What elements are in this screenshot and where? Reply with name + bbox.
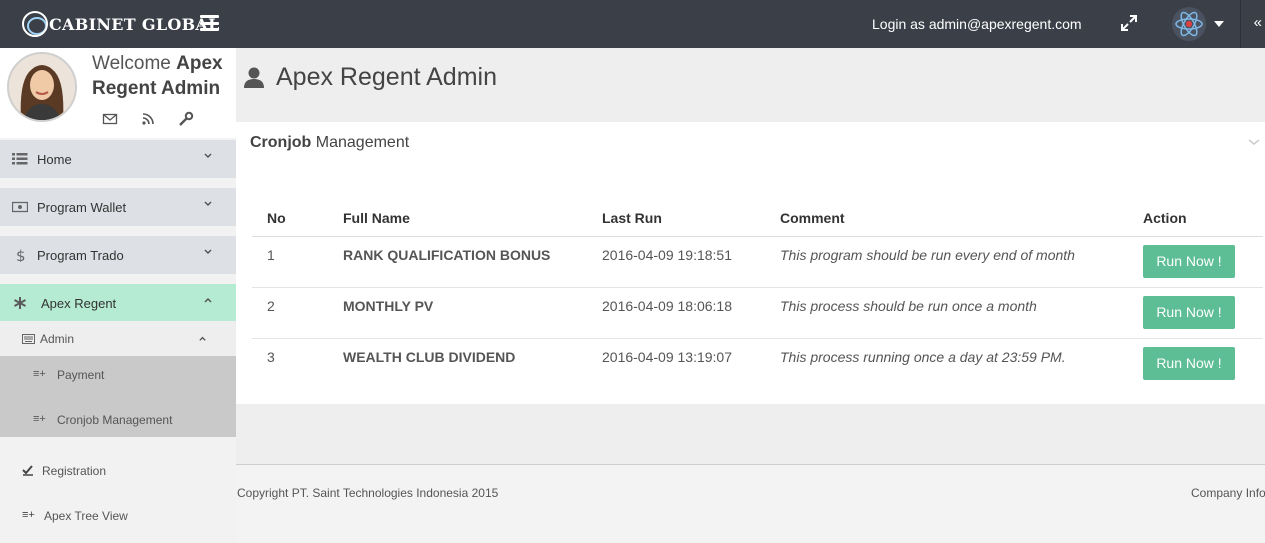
sidebar-item-cronjob-management[interactable]: ≡+ Cronjob Management	[0, 401, 236, 441]
user-avatar-atom-icon[interactable]	[1172, 7, 1206, 41]
sidebar-item-program-wallet[interactable]: Program Wallet	[0, 188, 236, 226]
expand-icon[interactable]	[1120, 14, 1138, 32]
chevron-down-icon	[204, 249, 212, 255]
row-action: Run Now !	[1128, 338, 1263, 389]
row-action: Run Now !	[1128, 236, 1263, 288]
chevron-up-icon	[199, 336, 206, 341]
sidebar-item-label: Program Trado	[37, 248, 124, 263]
profile-panel: Welcome Apex Regent Admin	[0, 48, 236, 138]
welcome-text: Welcome Apex Regent Admin	[92, 51, 232, 101]
hamburger-menu-icon[interactable]	[200, 15, 219, 31]
keyboard-icon	[22, 334, 35, 344]
list-add-icon: ≡+	[33, 413, 46, 425]
list-icon	[12, 153, 28, 165]
logo[interactable]: CABINET GLOBAL	[22, 9, 220, 39]
svg-text:$: $	[16, 248, 26, 262]
profile-icons	[102, 111, 194, 127]
row-comment: This process should be run once a month	[765, 287, 1128, 339]
column-header: Last Run	[587, 200, 765, 237]
sidebar-item-registration[interactable]: Registration	[0, 453, 236, 493]
list-add-icon: ≡+	[22, 509, 35, 521]
copyright-text: Copyright PT. Saint Technologies Indones…	[237, 486, 499, 500]
chevron-up-icon	[204, 297, 212, 303]
sidebar: Welcome Apex Regent Admin Home Program W…	[0, 48, 236, 543]
top-navbar: CABINET GLOBAL Login as admin@apexregent…	[0, 0, 1265, 48]
sidebar-item-program-trado[interactable]: $ Program Trado	[0, 236, 236, 274]
asterisk-icon	[14, 297, 26, 309]
row-full-name: WEALTH CLUB DIVIDEND	[343, 348, 516, 365]
check-icon	[22, 465, 33, 476]
sidebar-item-label: Admin	[40, 332, 75, 346]
row-full-name: RANK QUALIFICATION BONUS	[328, 236, 587, 288]
row-action: Run Now !	[1128, 287, 1263, 339]
sidebar-item-apex-tree-view[interactable]: ≡+ Apex Tree View	[0, 498, 236, 538]
column-header: Full Name	[328, 200, 587, 237]
row-last-run: 2016-04-09 18:06:18	[587, 287, 765, 339]
footer: Copyright PT. Saint Technologies Indones…	[236, 464, 1265, 543]
sidebar-item-home[interactable]: Home	[0, 140, 236, 178]
company-info-link[interactable]: Company Info	[1191, 486, 1265, 500]
money-icon	[12, 201, 28, 213]
sidebar-item-apex-regent[interactable]: Apex Regent	[0, 284, 236, 322]
table-row: 2 MONTHLY PV 2016-04-09 18:06:18 This pr…	[252, 287, 1263, 339]
sidebar-item-label: Program Wallet	[37, 200, 127, 215]
welcome-label: Welcome	[92, 53, 171, 74]
chevron-down-icon	[204, 201, 212, 207]
sidebar-item-label: Home	[37, 152, 72, 167]
admin-submenu: ≡+ Payment ≡+ Cronjob Management	[0, 356, 236, 437]
sidebar-item-label: Cronjob Management	[57, 413, 173, 427]
row-last-run: 2016-04-09 13:19:07	[602, 348, 732, 365]
dollar-icon: $	[16, 248, 26, 262]
column-header: No	[252, 200, 328, 237]
page-title: Apex Regent Admin	[243, 60, 497, 94]
wrench-icon[interactable]	[178, 111, 194, 127]
page-title-text: Apex Regent Admin	[276, 62, 497, 91]
cronjob-table: No Full Name Last Run Comment Action 1 R…	[252, 200, 1263, 389]
table-row: 3 WEALTH CLUB DIVIDEND 2016-04-09 13:19:…	[252, 338, 1263, 389]
sidebar-item-payment[interactable]: ≡+ Payment	[0, 356, 236, 396]
sidebar-item-admin[interactable]: Admin	[0, 321, 236, 356]
user-icon	[244, 67, 264, 88]
panel-title-bold: Cronjob	[250, 134, 312, 151]
cronjob-panel: Cronjob Management No Full Name Last Run…	[236, 122, 1265, 404]
list-add-icon: ≡+	[33, 368, 46, 380]
row-number: 1	[252, 236, 328, 288]
sidebar-item-label: Apex Regent	[41, 296, 117, 311]
run-now-button[interactable]: Run Now !	[1143, 244, 1235, 278]
chevron-down-icon	[204, 153, 212, 159]
panel-title: Cronjob Management	[250, 134, 409, 152]
table-row: 1 RANK QUALIFICATION BONUS 2016-04-09 19…	[252, 236, 1263, 288]
user-dropdown-caret-icon[interactable]	[1214, 21, 1224, 27]
sidebar-item-label: Apex Tree View	[44, 509, 128, 523]
envelope-icon[interactable]	[102, 111, 118, 127]
row-number: 2	[252, 287, 328, 339]
chevron-down-icon[interactable]	[1248, 137, 1260, 147]
run-now-button[interactable]: Run Now !	[1143, 295, 1235, 329]
row-full-name: MONTHLY PV	[328, 287, 587, 339]
avatar[interactable]	[7, 52, 77, 122]
row-last-run: 2016-04-09 19:18:51	[587, 236, 765, 288]
panel-title-rest: Management	[315, 134, 410, 151]
login-status: Login as admin@apexregent.com	[872, 16, 1082, 32]
sidebar-item-label: Payment	[57, 368, 105, 382]
table-header-row: No Full Name Last Run Comment Action	[252, 200, 1263, 237]
collapse-panel-button[interactable]: «	[1240, 0, 1265, 48]
brand-name: CABINET GLOBAL	[49, 14, 220, 34]
column-header: Comment	[765, 200, 1128, 237]
column-header: Action	[1128, 200, 1263, 237]
rss-icon[interactable]	[140, 111, 156, 127]
row-comment: This program should be run every end of …	[765, 236, 1128, 288]
globe-icon	[22, 11, 48, 37]
row-number: 3	[267, 348, 275, 365]
run-now-button[interactable]: Run Now !	[1143, 346, 1235, 380]
row-comment: This process running once a day at 23:59…	[780, 348, 1066, 365]
sidebar-item-label: Registration	[42, 464, 107, 478]
